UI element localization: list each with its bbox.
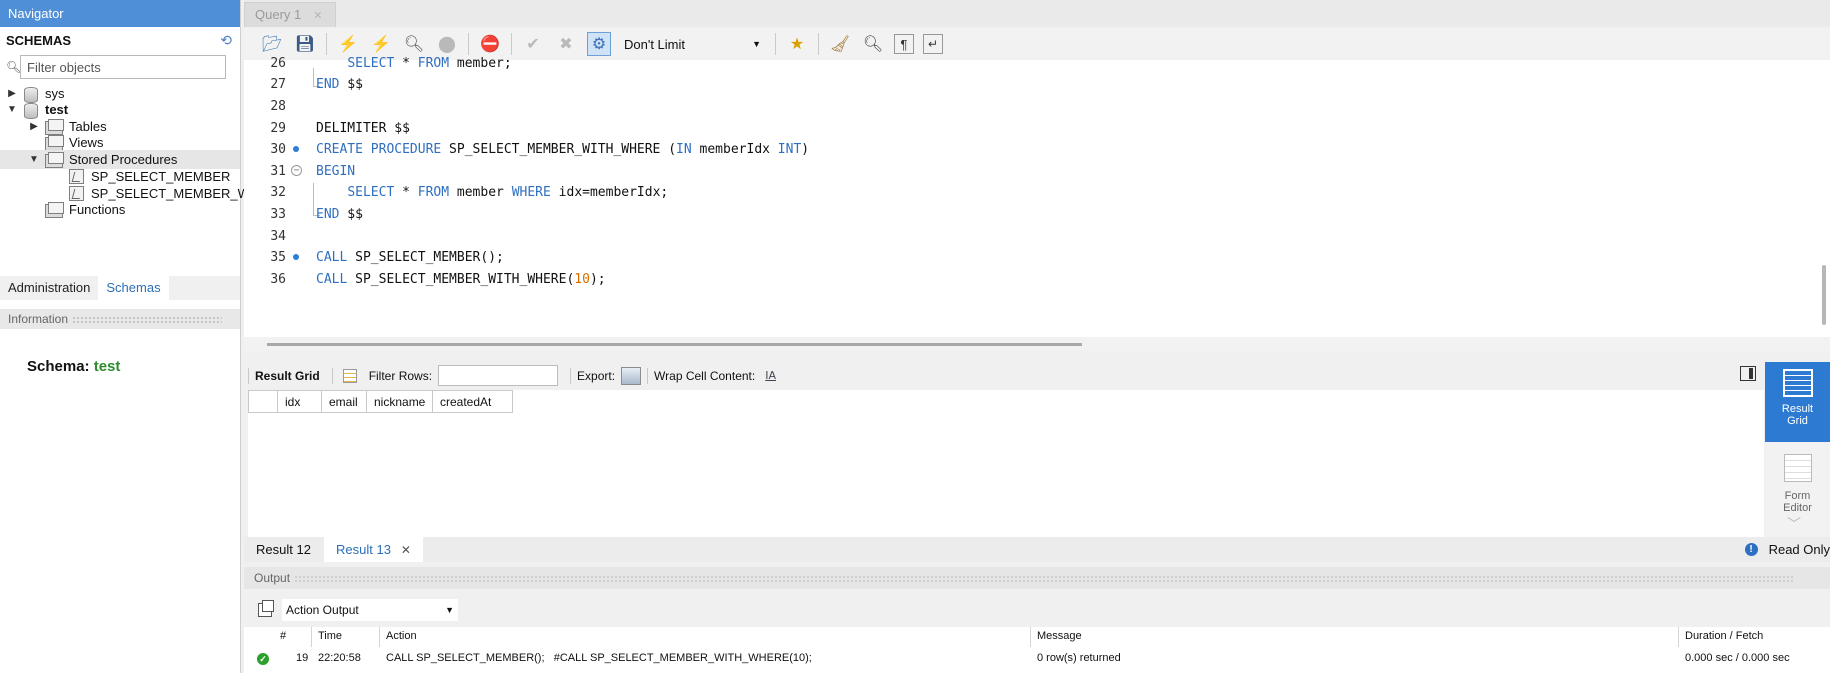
close-icon[interactable]: ✕ [401,543,411,557]
result-grid[interactable]: idx email nickname createdAt [248,390,1764,537]
schemas-header: SCHEMAS ⟲ [0,27,240,53]
fold-toggle-icon[interactable]: − [291,165,302,176]
schemas-label: SCHEMAS [6,32,72,48]
result-tabs: Result 12 Result 13 ✕ ! Read Only [244,537,1830,562]
vertical-scrollbar[interactable] [1822,265,1826,325]
code-line: 31− BEGIN [270,163,356,179]
navigator-tabs: Administration Schemas [0,276,240,300]
refresh-icon[interactable]: ⟲ [220,32,232,49]
code-line: 35 CALL SP_SELECT_MEMBER(); [270,249,504,265]
code-line: 32 SELECT * FROM member WHERE idx=member… [270,184,669,200]
export-icon[interactable] [621,366,642,385]
code-line: 29 DELIMITER $$ [270,120,410,136]
navigator-title: Navigator [0,0,240,27]
folder-icon [45,119,64,135]
chevron-down-icon: ▼ [752,39,761,49]
read-only-status: ! Read Only [1744,542,1830,557]
result-toolbar: Result Grid Filter Rows: Export: Wrap Ce… [248,362,1764,389]
tree-item-functions[interactable]: Functions [45,200,125,219]
toggle-panel-icon[interactable] [1740,366,1756,381]
grid-icon[interactable] [342,368,357,383]
database-icon [23,102,38,119]
navigator-panel: Navigator SCHEMAS ⟲ 🔍︎ ▶ sys ▼ test ▶ [0,0,250,673]
output-toolbar: Action Output ▼ [244,598,1830,622]
result-side-panel: Result Grid Form Editor ﹀ [1765,362,1830,538]
export-label: Export: [577,368,616,383]
filter-row: 🔍︎ [0,53,240,81]
column-header[interactable]: idx [278,390,322,413]
copy-icon[interactable] [258,600,274,617]
chevron-down-icon[interactable]: ﹀ [1787,514,1801,534]
tab-administration[interactable]: Administration [0,276,98,300]
output-header: Output [244,567,1830,589]
output-row[interactable]: ✓ 19 22:20:58 CALL SP_SELECT_MEMBER(); #… [244,649,1830,669]
code-line: 34 [270,228,286,244]
output-table: # Time Action Message Duration / Fetch ✓… [244,627,1830,673]
code-line: 26 SELECT * FROM member; [270,55,512,71]
tab-result-13[interactable]: Result 13 ✕ [324,537,423,562]
search-icon: 🔍︎ [6,60,22,74]
query-tab-bar: Query 1 ✕ [244,0,1830,27]
filter-rows-label: Filter Rows: [368,368,433,383]
form-editor-icon [1783,454,1812,482]
info-icon: ! [1744,543,1758,556]
column-header[interactable]: createdAt [433,390,513,413]
folder-icon [45,135,64,151]
statement-marker-icon [293,146,299,152]
sql-editor[interactable]: 26 SELECT * FROM member; 27 END $$ 28 29… [244,56,1830,337]
output-header-row: # Time Action Message Duration / Fetch [244,627,1830,647]
expand-arrow-icon[interactable]: ▶ [7,88,17,99]
folder-icon [45,152,64,168]
column-header[interactable]: nickname [367,390,433,413]
code-line: 28 [270,98,286,114]
result-grid-button[interactable]: Result Grid [1765,362,1830,442]
filter-objects-input[interactable] [20,55,226,79]
tab-query-1[interactable]: Query 1 ✕ [244,2,336,27]
collapse-arrow-icon[interactable]: ▼ [29,154,39,165]
code-line: 36 CALL SP_SELECT_MEMBER_WITH_WHERE(10); [270,271,606,287]
filter-rows-input[interactable] [438,365,559,386]
success-icon: ✓ [257,653,269,665]
close-icon[interactable]: ✕ [313,10,322,22]
information-header: Information [0,309,240,329]
wrap-cell-icon[interactable]: IA [765,369,776,382]
result-grid-header: idx email nickname createdAt [248,390,1764,413]
code-line: 30 CREATE PROCEDURE SP_SELECT_MEMBER_WIT… [270,141,810,157]
column-header[interactable]: email [322,390,367,413]
invisible-chars-icon[interactable]: ¶ [894,34,914,54]
row-header-cell [248,390,278,413]
word-wrap-icon[interactable]: ↵ [923,34,943,54]
expand-arrow-icon[interactable]: ▶ [29,121,39,132]
procedure-icon [69,186,84,201]
main-area: Query 1 ✕ 📂︎ 💾︎ ⚡ ⚡ 🔍︎ ⬤ ⛔ ✔ ✖ ⚙ Don't Li… [244,0,1830,673]
statement-marker-icon [293,254,299,260]
output-type-select[interactable]: Action Output ▼ [282,599,458,621]
horizontal-scrollbar[interactable] [267,343,1082,346]
collapse-arrow-icon[interactable]: ▼ [7,104,17,115]
wrap-cell-label: Wrap Cell Content: [654,368,756,383]
chevron-down-icon: ▼ [445,605,454,615]
result-grid-label: Result Grid [255,368,320,383]
code-line: 33 END $$ [270,206,363,222]
schema-info: Schema: test [27,358,121,375]
procedure-icon [69,169,84,184]
folder-icon [45,202,64,218]
code-line: 27 END $$ [270,76,363,92]
result-grid-icon [1782,369,1813,397]
tab-schemas[interactable]: Schemas [98,276,169,300]
tab-result-12[interactable]: Result 12 [244,537,323,562]
